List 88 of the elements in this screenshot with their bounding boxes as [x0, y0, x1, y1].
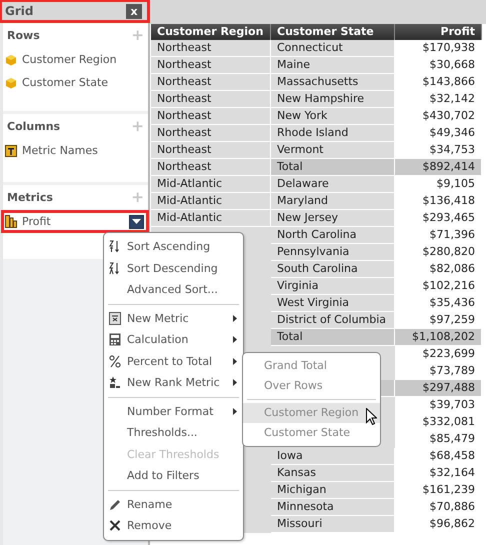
submenu-arrow-icon [233, 336, 237, 344]
table-cell: New Hampshire [271, 91, 395, 108]
table-cell: Northeast [151, 142, 271, 159]
menu-item[interactable]: Rename [104, 494, 243, 515]
table-cell: Mid-Atlantic [151, 210, 271, 227]
table-cell: Northeast [151, 74, 271, 91]
table-cell: Iowa [271, 448, 395, 465]
table-cell: Northeast [151, 91, 271, 108]
submenu-item[interactable]: Grand Total [243, 356, 380, 376]
close-icon [108, 519, 120, 532]
submenu-arrow-icon [233, 408, 237, 415]
panel-item[interactable]: Customer Region [2, 49, 148, 70]
table-cell: Total [271, 159, 395, 176]
table-cell: Mid-Atlantic [151, 176, 271, 193]
percent-icon [108, 354, 120, 368]
item-label: Metric Names [22, 144, 99, 157]
section-title: Rows [7, 28, 40, 42]
rank-icon [108, 376, 120, 390]
formula-icon [108, 312, 120, 325]
item-label: Customer State [22, 76, 110, 89]
table-cell: Pennsylvania [271, 244, 395, 261]
menu-item[interactable]: Sort Ascending [104, 236, 243, 258]
menu-item[interactable]: Advanced Sort... [104, 279, 243, 300]
column-header[interactable]: Profit [395, 24, 482, 40]
table-cell: New York [271, 108, 395, 125]
menu-item[interactable]: Remove [104, 515, 243, 536]
table-cell: South Carolina [271, 261, 395, 278]
table-cell: West Virginia [271, 295, 395, 312]
table-cell: District of Columbia [271, 312, 395, 329]
menu-item[interactable]: Thresholds... [104, 422, 243, 444]
panel-title: Grid [5, 4, 34, 18]
table-cell: Connecticut [271, 40, 395, 57]
table-cell: Delaware [271, 176, 395, 193]
cube-icon [5, 76, 17, 88]
text-icon [5, 144, 17, 156]
menu-item[interactable]: Add to Filters [104, 465, 243, 486]
menu-item[interactable]: Sort Descending [104, 258, 243, 279]
table-cell: Northeast [151, 125, 271, 142]
panel-item[interactable]: Customer State [2, 72, 148, 93]
submenu-item[interactable]: Over Rows [243, 376, 380, 396]
table-cell: Virginia [271, 278, 395, 295]
menu-item[interactable]: Calculation [104, 329, 243, 350]
table-cell: North Carolina [271, 227, 395, 244]
submenu-arrow-icon [233, 314, 237, 322]
table-cell: New Jersey [271, 210, 395, 227]
table-cell: Massachusetts [271, 74, 395, 91]
item-label: Customer Region [22, 53, 118, 66]
panel-item[interactable]: Metric Names [2, 140, 148, 161]
calculator-icon [108, 333, 120, 346]
submenu-arrow-icon [233, 379, 237, 386]
table-cell: $892,414 [395, 159, 482, 176]
sort-ascending-icon [108, 240, 120, 254]
table-cell: $297,488 [395, 380, 482, 397]
column-header[interactable]: Customer State [271, 24, 395, 40]
item-label: Profit [22, 215, 52, 228]
cursor-icon [366, 408, 377, 425]
section-title: Columns [7, 120, 60, 132]
table-cell: Michigan [271, 482, 395, 499]
menu-item[interactable]: Percent to Total [104, 350, 243, 372]
table-cell: Maryland [271, 193, 395, 210]
sort-descending-icon [108, 262, 120, 275]
menu-item[interactable]: New Rank Metric [104, 372, 243, 394]
caret-icon [132, 219, 141, 224]
table-cell: Northeast [151, 40, 271, 57]
table-cell: Rhode Island [271, 125, 395, 142]
table-cell: Northeast [151, 108, 271, 125]
menu-item[interactable]: Number Format [104, 400, 243, 422]
table-cell: Vermont [271, 142, 395, 159]
column-header[interactable]: Customer Region [151, 24, 271, 40]
close-button[interactable]: x [126, 4, 142, 18]
dropdown-button[interactable] [129, 214, 144, 228]
table-cell: Northeast [151, 159, 271, 176]
table-cell: Minnesota [271, 499, 395, 516]
submenu-arrow-icon [233, 358, 237, 365]
table-cell: Kansas [271, 465, 395, 482]
menu-item[interactable]: New Metric [104, 308, 243, 329]
table-cell: Mid-Atlantic [151, 193, 271, 210]
section-title: Metrics [7, 190, 53, 204]
pencil-icon [108, 498, 120, 511]
table-cell: Northeast [151, 57, 271, 74]
table-cell: $1,108,202 [395, 329, 482, 346]
submenu-item[interactable]: Customer State [243, 423, 380, 443]
table-cell: Maine [271, 57, 395, 74]
panel-item[interactable]: Profit [2, 211, 148, 232]
table-cell: Total [271, 329, 395, 346]
metric-icon [5, 215, 17, 228]
cube-icon [5, 54, 17, 66]
table-cell: Missouri [271, 516, 395, 533]
